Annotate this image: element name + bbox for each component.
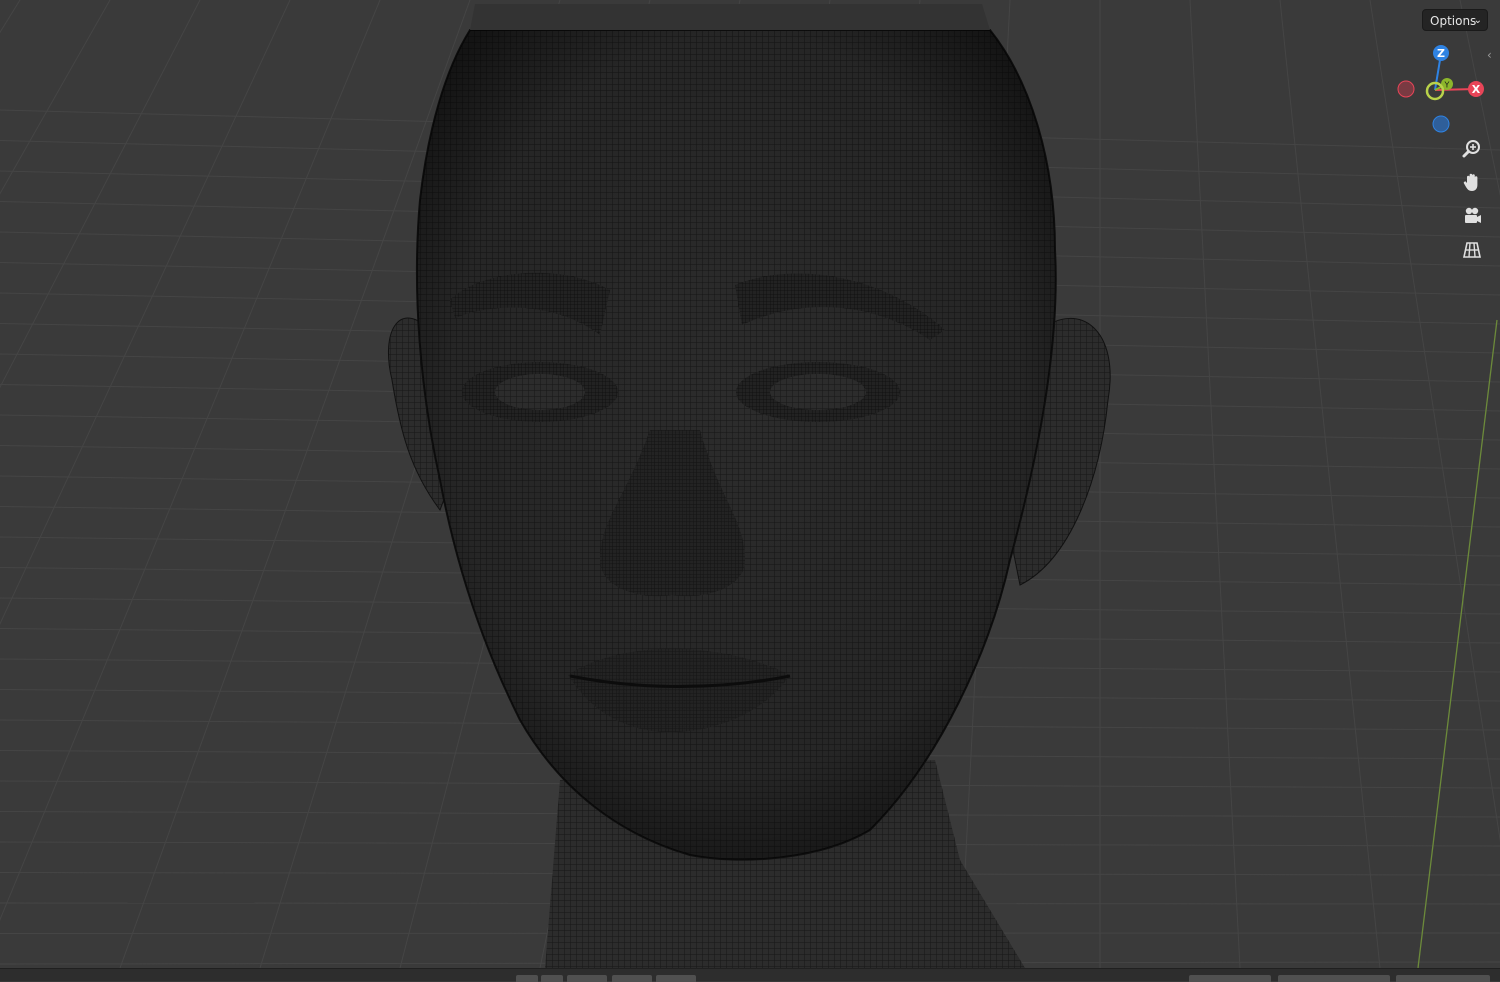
- gizmo-y-label: Y: [1444, 81, 1450, 90]
- gizmo-x-label: X: [1472, 83, 1481, 96]
- ortho-toggle-button[interactable]: [1457, 235, 1487, 265]
- y-axis-line: [1417, 319, 1498, 968]
- options-dropdown[interactable]: Options ⌄: [1422, 9, 1488, 31]
- camera-view-button[interactable]: [1457, 201, 1487, 231]
- zoom-icon: [1462, 140, 1480, 158]
- gizmo-neg-x[interactable]: [1397, 80, 1415, 98]
- camera-icon: [1465, 207, 1481, 223]
- head-mesh[interactable]: [388, 4, 1111, 968]
- navigation-gizmo[interactable]: Y Z X: [1390, 38, 1490, 138]
- 3d-viewport[interactable]: Options ⌄ ‹ Y Z X: [0, 0, 1500, 968]
- scene-canvas[interactable]: [0, 0, 1500, 968]
- zoom-button[interactable]: [1457, 134, 1487, 164]
- pan-button[interactable]: [1457, 167, 1487, 197]
- grid-ortho-icon: [1463, 242, 1481, 258]
- gizmo-z-label: Z: [1437, 47, 1445, 60]
- options-label: Options: [1430, 14, 1477, 28]
- chevron-down-icon: ⌄: [1473, 15, 1482, 26]
- status-bar: [0, 968, 1500, 982]
- pan-hand-icon: [1463, 173, 1478, 191]
- gizmo-neg-z[interactable]: [1432, 115, 1450, 133]
